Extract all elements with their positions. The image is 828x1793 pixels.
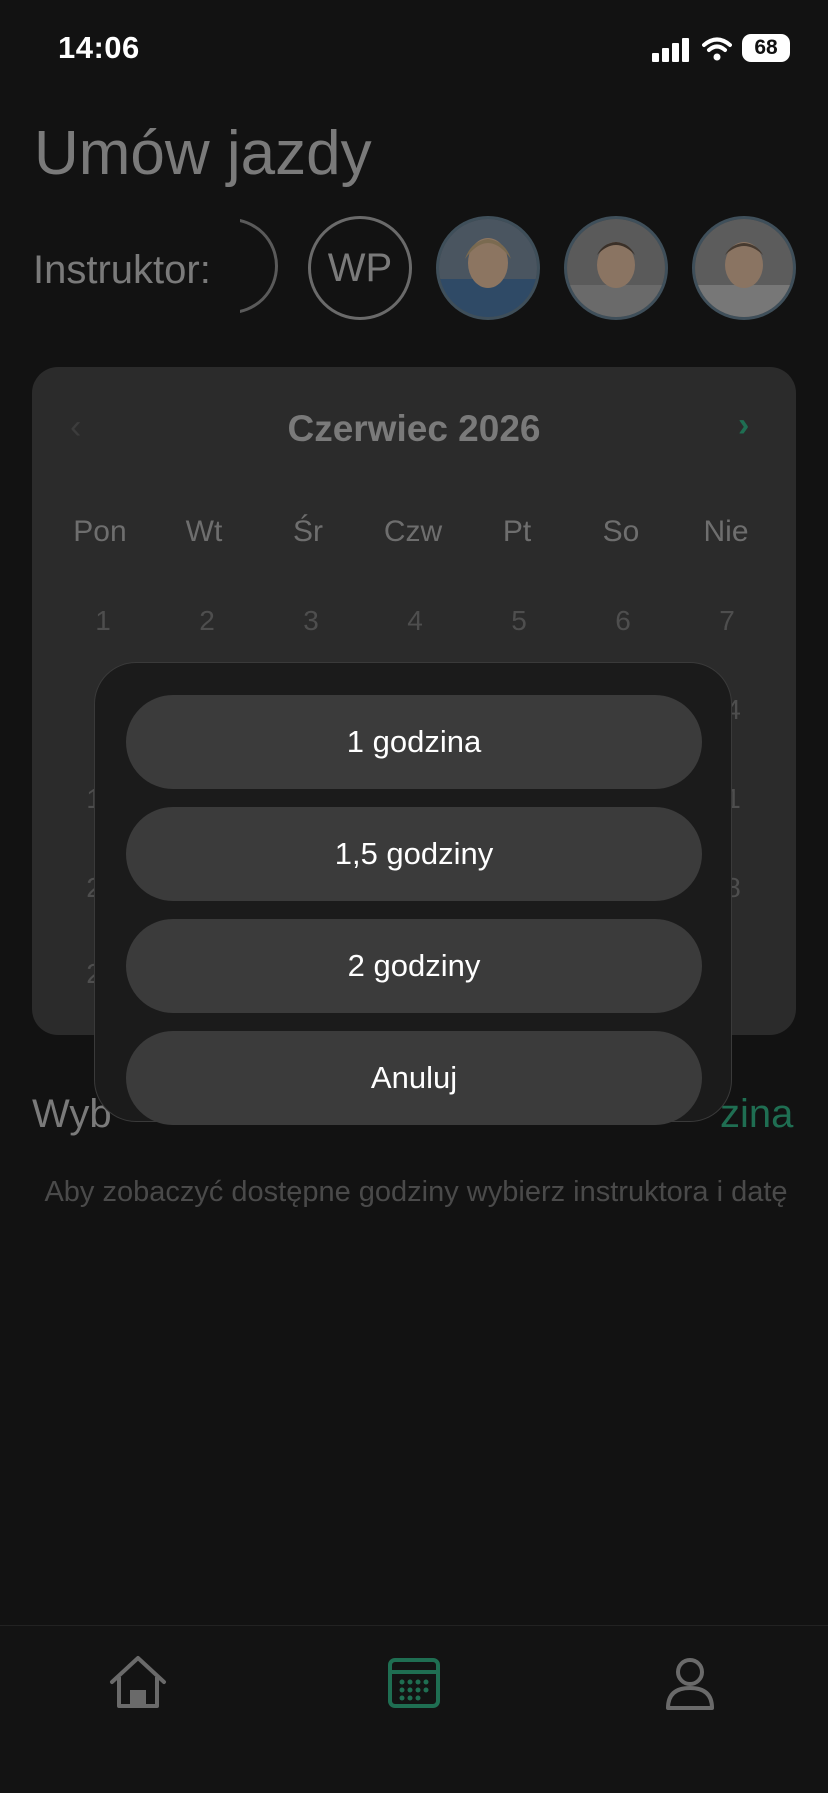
instructor-avatar-photo[interactable] bbox=[564, 216, 668, 320]
weekday-label: Śr bbox=[293, 515, 323, 548]
calendar-day[interactable]: 4 bbox=[365, 605, 465, 637]
duration-link[interactable]: zina bbox=[720, 1092, 793, 1137]
instructor-avatar-initials[interactable]: WP bbox=[308, 216, 412, 320]
calendar-day[interactable]: 1 bbox=[53, 605, 153, 637]
page-title: Umów jazdy bbox=[34, 119, 372, 188]
weekday-label: Pon bbox=[73, 515, 127, 548]
calendar-icon[interactable] bbox=[382, 1650, 446, 1714]
hint-text: Aby zobaczyć dostępne godziny wybierz in… bbox=[44, 1176, 788, 1208]
next-month-chevron-icon[interactable]: › bbox=[738, 406, 749, 445]
weekday-label: Czw bbox=[383, 515, 443, 548]
home-icon[interactable] bbox=[106, 1650, 170, 1714]
weekday-label: Nie bbox=[703, 515, 749, 548]
instructor-avatar-photo[interactable] bbox=[436, 216, 540, 320]
calendar-month-title: Czerwiec 2026 bbox=[287, 408, 541, 449]
calendar-day[interactable]: 6 bbox=[573, 605, 673, 637]
calendar-day[interactable]: 3 bbox=[261, 605, 361, 637]
instructor-label: Instruktor: bbox=[33, 248, 211, 292]
weekday-label: So bbox=[602, 515, 640, 548]
duration-option-2h[interactable]: 2 godziny bbox=[126, 919, 702, 1013]
duration-option-1h[interactable]: 1 godzina bbox=[126, 695, 702, 789]
calendar-day[interactable]: 5 bbox=[469, 605, 569, 637]
calendar-day[interactable]: 7 bbox=[677, 605, 777, 637]
calendar-day[interactable]: 2 bbox=[157, 605, 257, 637]
weekday-label: Pt bbox=[502, 515, 532, 548]
weekday-label: Wt bbox=[185, 515, 223, 548]
profile-icon[interactable] bbox=[658, 1650, 722, 1714]
cancel-button[interactable]: Anuluj bbox=[126, 1031, 702, 1125]
duration-option-1-5h[interactable]: 1,5 godziny bbox=[126, 807, 702, 901]
instructor-avatar-photo[interactable] bbox=[692, 216, 796, 320]
